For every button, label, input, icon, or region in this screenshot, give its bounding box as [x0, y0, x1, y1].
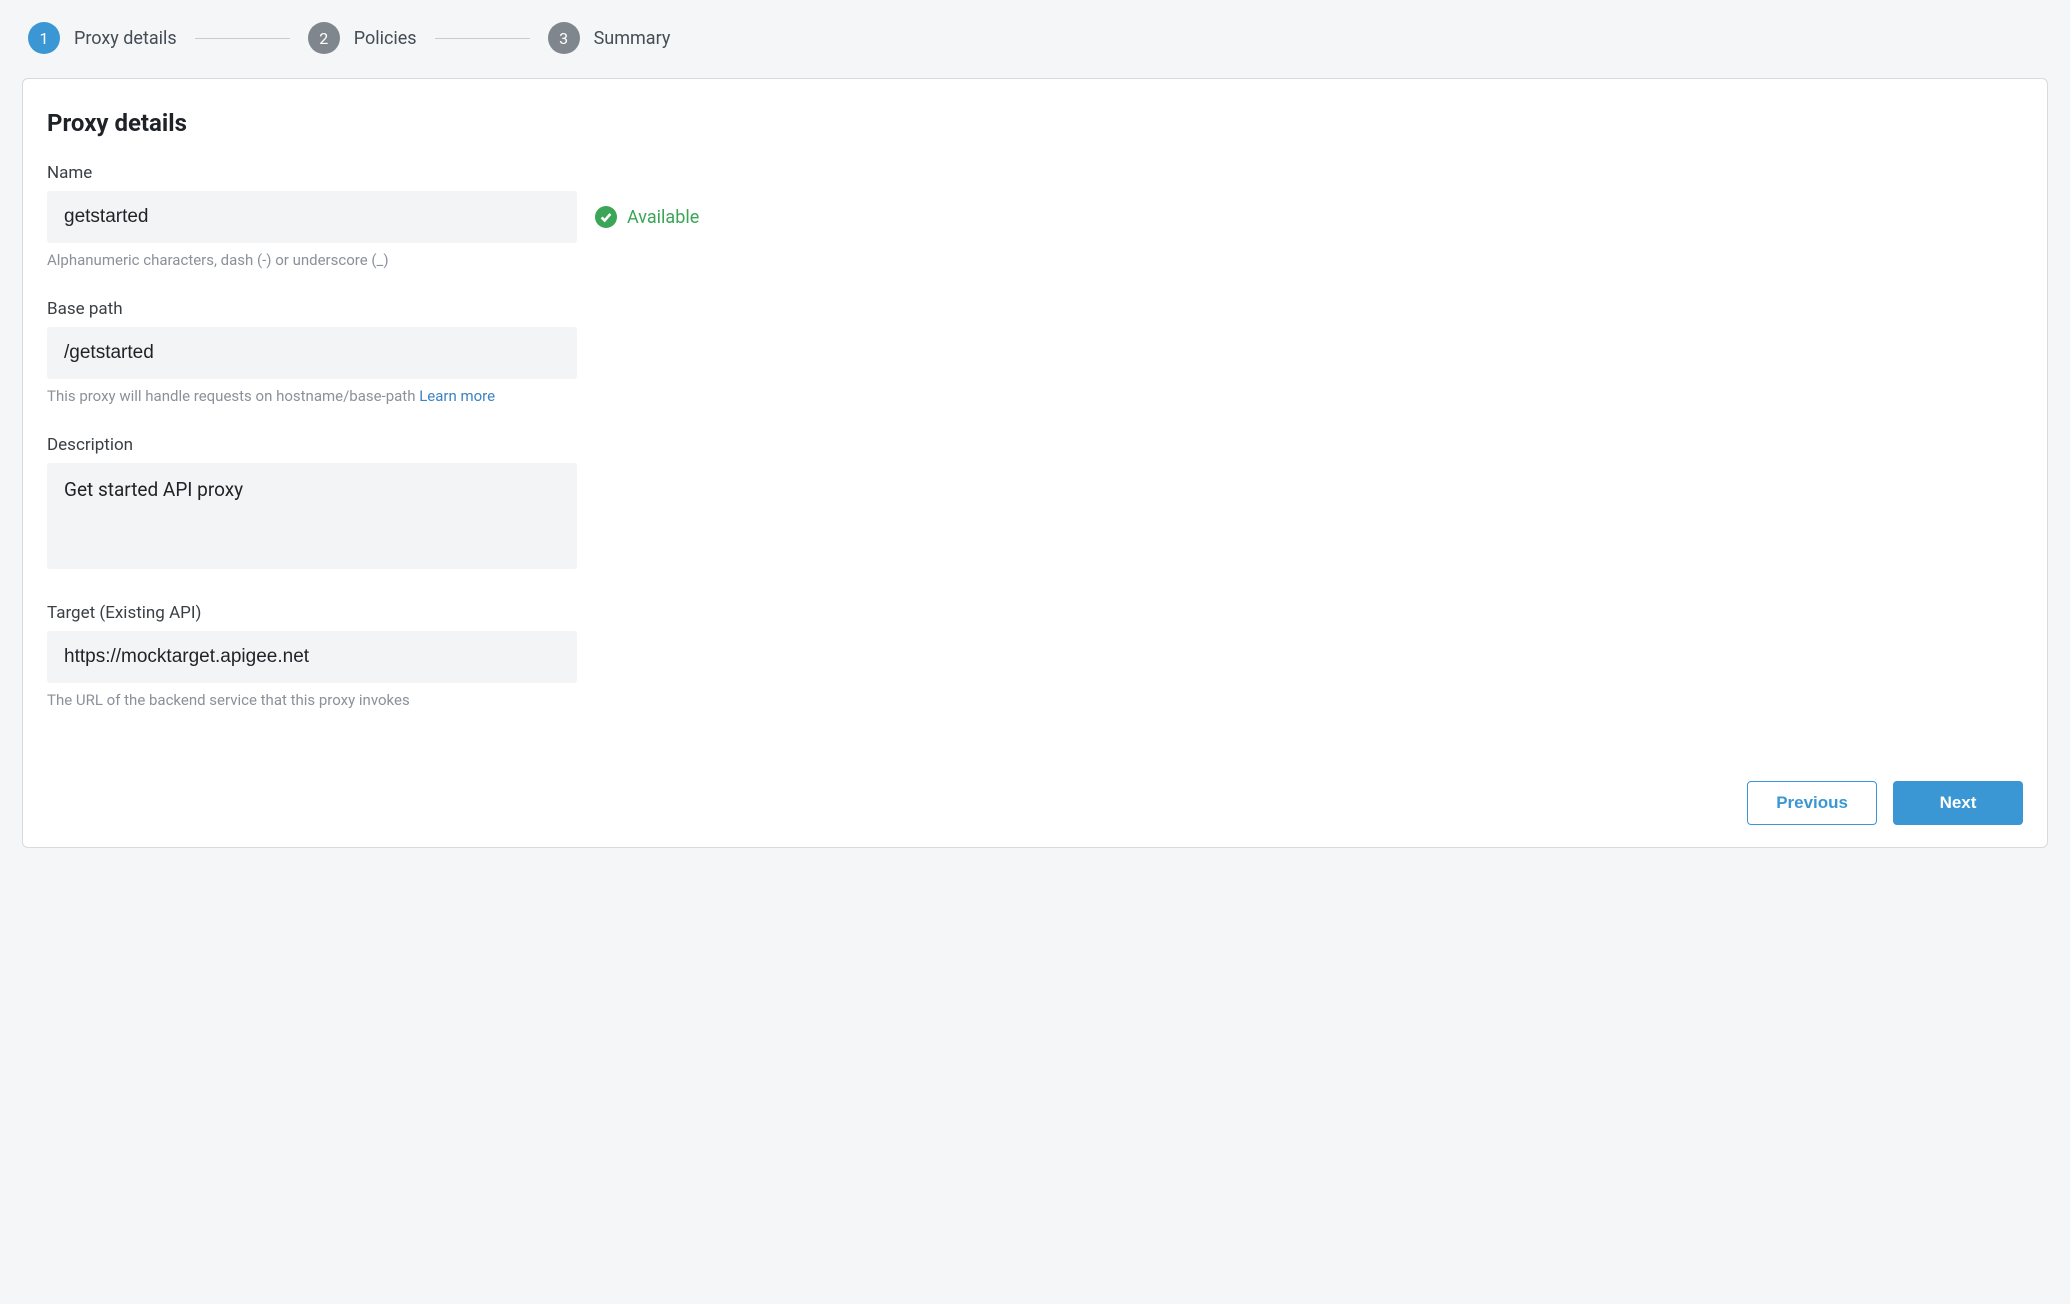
step-summary[interactable]: 3 Summary — [548, 22, 671, 54]
step-number-badge: 2 — [308, 22, 340, 54]
step-label: Policies — [354, 28, 417, 49]
proxy-details-card: Proxy details Name Available Alphanumeri… — [22, 78, 2048, 848]
target-helper-text: The URL of the backend service that this… — [47, 691, 2023, 709]
basepath-helper-text: This proxy will handle requests on hostn… — [47, 387, 2023, 405]
description-field-group: Description — [47, 435, 2023, 573]
step-label: Proxy details — [74, 28, 177, 49]
target-label: Target (Existing API) — [47, 603, 2023, 623]
learn-more-link[interactable]: Learn more — [419, 387, 495, 405]
name-field-group: Name Available Alphanumeric characters, … — [47, 163, 2023, 269]
availability-text: Available — [627, 207, 699, 228]
description-input[interactable] — [47, 463, 577, 569]
name-input[interactable] — [47, 191, 577, 243]
basepath-input[interactable] — [47, 327, 577, 379]
step-number-badge: 3 — [548, 22, 580, 54]
stepper: 1 Proxy details 2 Policies 3 Summary — [22, 22, 2048, 54]
step-label: Summary — [594, 28, 671, 49]
step-proxy-details[interactable]: 1 Proxy details — [28, 22, 177, 54]
target-input[interactable] — [47, 631, 577, 683]
check-circle-icon — [595, 206, 617, 228]
step-separator — [195, 38, 290, 39]
card-title: Proxy details — [47, 109, 2023, 137]
step-separator — [435, 38, 530, 39]
description-label: Description — [47, 435, 2023, 455]
previous-button[interactable]: Previous — [1747, 781, 1877, 825]
step-number-badge: 1 — [28, 22, 60, 54]
basepath-field-group: Base path This proxy will handle request… — [47, 299, 2023, 405]
step-policies[interactable]: 2 Policies — [308, 22, 417, 54]
target-field-group: Target (Existing API) The URL of the bac… — [47, 603, 2023, 709]
wizard-footer: Previous Next — [47, 741, 2023, 825]
basepath-label: Base path — [47, 299, 2023, 319]
name-helper-text: Alphanumeric characters, dash (-) or und… — [47, 251, 2023, 269]
next-button[interactable]: Next — [1893, 781, 2023, 825]
availability-status: Available — [595, 206, 699, 228]
name-label: Name — [47, 163, 2023, 183]
